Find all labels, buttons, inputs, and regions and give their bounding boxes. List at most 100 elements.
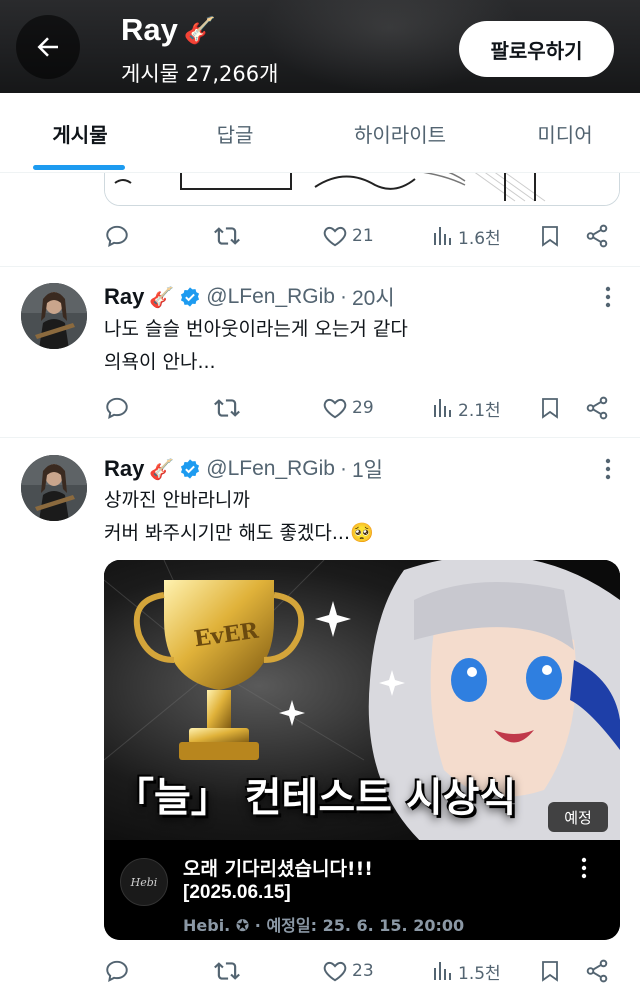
reply-icon <box>106 960 128 982</box>
like-count: 23 <box>352 961 374 981</box>
reply-button[interactable] <box>104 218 130 254</box>
share-icon <box>586 224 608 248</box>
more-vertical-icon <box>581 857 587 879</box>
repost-button[interactable] <box>214 390 240 426</box>
reply-button[interactable] <box>104 953 130 989</box>
profile-title: Ray 🎸 <box>121 12 216 48</box>
repost-icon <box>214 227 240 245</box>
divider <box>0 266 640 267</box>
repost-icon <box>214 399 240 417</box>
more-vertical-icon <box>605 458 611 480</box>
reply-button[interactable] <box>104 390 130 426</box>
separator-dot: · <box>339 285 347 308</box>
divider <box>0 437 640 438</box>
bookmark-button[interactable] <box>538 218 562 254</box>
event-date: [2025.06.15] <box>183 882 291 903</box>
tab-media[interactable]: 미디어 <box>490 93 640 173</box>
tweet-header: Ray 🎸 @LFen_RGib · 1일 <box>104 452 383 486</box>
like-count: 29 <box>352 398 374 418</box>
heart-icon <box>323 961 347 982</box>
like-button[interactable]: 23 <box>322 953 374 989</box>
bookmark-button[interactable] <box>538 953 562 989</box>
guitar-icon: 🎸 <box>149 285 175 309</box>
profile-tabs: 게시물 답글 하이라이트 미디어 <box>0 93 640 173</box>
views-button[interactable]: 1.5천 <box>430 953 501 989</box>
share-icon <box>586 959 608 983</box>
separator-dot: · <box>339 457 347 480</box>
event-card-image: 「늘」 컨테스트 시상식 EvER 예정 <box>104 560 620 840</box>
contest-title: 「늘」 컨테스트 시상식 <box>114 775 517 821</box>
event-meta: Hebi. ✪ · 예정일: 25. 6. 15. 20:00 <box>183 916 465 935</box>
more-vertical-icon <box>605 286 611 308</box>
tweet-line: 나도 슬슬 번아웃이라는게 오는거 같다 <box>104 318 408 340</box>
scheduled-badge: 예정 <box>548 802 608 832</box>
guitar-icon: 🎸 <box>149 457 175 481</box>
verified-badge-icon <box>181 287 200 307</box>
tweet-actions: 29 2.1천 <box>104 390 620 426</box>
tweet-text: 나도 슬슬 번아웃이라는게 오는거 같다 의욕이 안나... <box>104 313 604 379</box>
view-count: 2.1천 <box>458 400 501 421</box>
tweet-actions: 23 1.5천 <box>104 953 620 989</box>
guitar-icon: 🎸 <box>183 14 217 45</box>
event-card[interactable]: 「늘」 컨테스트 시상식 EvER 예정 Hebi 오래 기다리셨습니다!!! … <box>104 560 620 940</box>
bar-chart-icon <box>434 962 451 980</box>
bar-chart-icon <box>434 399 451 417</box>
post-count: 게시물 27,266개 <box>121 62 279 86</box>
avatar-image <box>21 455 87 521</box>
tweet-header: Ray 🎸 @LFen_RGib · 20시 <box>104 280 395 314</box>
tweet-line: 커버 봐주시기만 해도 좋겠다...🥺 <box>104 522 374 544</box>
profile-header: Ray 🎸 게시물 27,266개 팔로우하기 <box>0 0 640 93</box>
share-icon <box>586 396 608 420</box>
like-count: 21 <box>352 226 374 246</box>
more-options-button[interactable] <box>598 283 618 311</box>
tweet-time[interactable]: 1일 <box>352 454 383 484</box>
repost-icon <box>214 962 240 980</box>
bookmark-icon <box>542 398 558 419</box>
follow-button[interactable]: 팔로우하기 <box>459 21 614 77</box>
bookmark-button[interactable] <box>538 390 562 426</box>
contest-title-overlay: 「늘」 컨테스트 시상식 <box>104 755 620 835</box>
repost-button[interactable] <box>214 218 240 254</box>
tweet-line: 의욕이 안나... <box>104 351 216 373</box>
avatar-image <box>21 283 87 349</box>
avatar[interactable] <box>21 283 87 349</box>
share-button[interactable] <box>584 218 610 254</box>
share-button[interactable] <box>584 390 610 426</box>
avatar[interactable] <box>21 455 87 521</box>
bar-chart-icon <box>434 227 451 245</box>
views-button[interactable]: 2.1천 <box>430 390 501 426</box>
view-count: 1.5천 <box>458 963 501 984</box>
view-count: 1.6천 <box>458 228 501 249</box>
event-title: 오래 기다리셨습니다!!! <box>183 858 373 880</box>
tab-posts[interactable]: 게시물 <box>0 93 160 173</box>
tweet-time[interactable]: 20시 <box>352 282 395 312</box>
tweet-actions: 21 1.6천 <box>104 218 620 254</box>
card-more-button[interactable] <box>574 854 594 882</box>
author-name[interactable]: Ray <box>104 456 144 482</box>
views-button[interactable]: 1.6천 <box>430 218 501 254</box>
heart-icon <box>323 226 347 247</box>
active-tab-indicator <box>33 165 125 170</box>
bookmark-icon <box>542 961 558 982</box>
reply-icon <box>106 397 128 419</box>
tab-replies[interactable]: 답글 <box>160 93 310 173</box>
share-button[interactable] <box>584 953 610 989</box>
author-handle[interactable]: @LFen_RGib <box>206 457 335 481</box>
like-button[interactable]: 29 <box>322 390 374 426</box>
bookmark-icon <box>542 226 558 247</box>
tweet-text: 상까진 안바라니까 커버 봐주시기만 해도 좋겠다...🥺 <box>104 484 604 550</box>
author-name[interactable]: Ray <box>104 284 144 310</box>
tweet-line: 상까진 안바라니까 <box>104 489 250 511</box>
more-options-button[interactable] <box>598 455 618 483</box>
heart-icon <box>323 398 347 419</box>
tab-highlights[interactable]: 하이라이트 <box>310 93 490 173</box>
repost-button[interactable] <box>214 953 240 989</box>
like-button[interactable]: 21 <box>322 218 374 254</box>
profile-name: Ray <box>121 12 178 47</box>
arrow-left-icon <box>37 37 58 57</box>
author-handle[interactable]: @LFen_RGib <box>206 285 335 309</box>
hebi-logo: Hebi <box>120 858 168 906</box>
verified-badge-icon <box>181 459 200 479</box>
event-card-info: Hebi 오래 기다리셨습니다!!! [2025.06.15] Hebi. ✪ … <box>104 840 620 940</box>
back-button[interactable] <box>16 15 80 79</box>
